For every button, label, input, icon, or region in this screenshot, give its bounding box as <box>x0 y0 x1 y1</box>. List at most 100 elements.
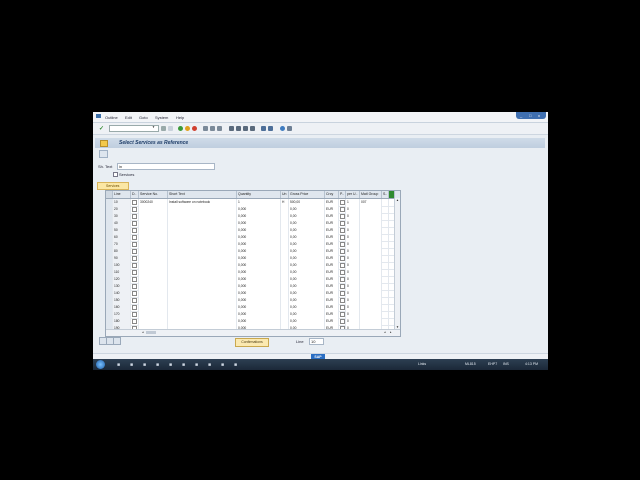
row-selector[interactable] <box>106 213 113 220</box>
table-cell-per[interactable]: 0 <box>346 304 360 311</box>
table-cell-price[interactable]: 0,00 <box>289 213 325 220</box>
table-cell-per[interactable]: 0 <box>346 290 360 297</box>
row-selector[interactable] <box>106 262 113 269</box>
explorer-icon[interactable]: ■ <box>117 362 120 368</box>
row-checkbox[interactable] <box>132 206 137 212</box>
table-cell-qty[interactable]: 0,000 <box>237 262 281 269</box>
table-cell-qty[interactable]: 0,000 <box>237 269 281 276</box>
row-checkbox[interactable] <box>340 311 345 317</box>
row-checkbox[interactable] <box>340 206 345 212</box>
media-icon[interactable]: ■ <box>143 362 146 368</box>
table-cell-per[interactable]: 1 <box>346 199 360 206</box>
table-cell-per[interactable]: 0 <box>346 297 360 304</box>
save-icon[interactable] <box>168 126 173 131</box>
table-cell-text[interactable] <box>168 290 237 297</box>
column-header[interactable]: Short Text <box>168 191 237 198</box>
table-cell-crcy[interactable]: EUR <box>325 283 339 290</box>
table-cell-service[interactable] <box>139 304 168 311</box>
table-cell-service[interactable] <box>139 248 168 255</box>
table-cell-crcy[interactable]: EUR <box>325 213 339 220</box>
table-cell-matl[interactable] <box>360 213 382 220</box>
table-cell-text[interactable] <box>168 262 237 269</box>
table-cell-service[interactable] <box>139 311 168 318</box>
table-cell-un[interactable] <box>281 283 289 290</box>
row-selector[interactable] <box>106 283 113 290</box>
column-header[interactable]: Crcy <box>325 191 339 198</box>
close-button[interactable]: x <box>538 113 540 118</box>
app-icon[interactable]: ■ <box>221 362 224 368</box>
table-cell-service[interactable] <box>139 213 168 220</box>
table-cell-text[interactable] <box>168 206 237 213</box>
row-checkbox[interactable] <box>340 227 345 233</box>
table-cell-service[interactable]: 3000240 <box>139 199 168 206</box>
table-cell-price[interactable]: 0,00 <box>289 276 325 283</box>
row-checkbox[interactable] <box>340 234 345 240</box>
table-cell-matl[interactable] <box>360 283 382 290</box>
table-cell-per[interactable]: 0 <box>346 269 360 276</box>
table-cell-matl[interactable]: 007 <box>360 199 382 206</box>
table-cell-matl[interactable] <box>360 255 382 262</box>
table-cell-crcy[interactable]: EUR <box>325 234 339 241</box>
table-cell-per[interactable]: 0 <box>346 220 360 227</box>
table-cell-crcy[interactable]: EUR <box>325 304 339 311</box>
table-cell-un[interactable] <box>281 220 289 227</box>
row-checkbox[interactable] <box>132 297 137 303</box>
first-page-icon[interactable] <box>229 126 234 131</box>
table-cell-text[interactable] <box>168 269 237 276</box>
column-header[interactable]: Matl Group <box>360 191 382 198</box>
table-cell-crcy[interactable]: EUR <box>325 248 339 255</box>
table-cell-qty[interactable]: 1 <box>237 199 281 206</box>
table-cell-qty[interactable]: 0,000 <box>237 213 281 220</box>
table-cell-crcy[interactable]: EUR <box>325 206 339 213</box>
menu-outline[interactable]: Outline <box>105 115 118 120</box>
table-cell-per[interactable]: 0 <box>346 234 360 241</box>
table-cell-text[interactable] <box>168 283 237 290</box>
app-icon[interactable]: ■ <box>156 362 159 368</box>
table-cell-service[interactable] <box>139 234 168 241</box>
table-cell-price[interactable]: 0,00 <box>289 262 325 269</box>
table-cell-service[interactable] <box>139 220 168 227</box>
table-cell-un[interactable] <box>281 304 289 311</box>
table-cell-price[interactable]: 0,00 <box>289 269 325 276</box>
table-cell-un[interactable] <box>281 241 289 248</box>
sh-text-input[interactable]: in <box>117 163 215 170</box>
row-selector[interactable] <box>106 248 113 255</box>
row-checkbox[interactable] <box>132 276 137 282</box>
app-icon[interactable]: ■ <box>234 362 237 368</box>
table-cell-price[interactable]: 0,00 <box>289 318 325 325</box>
row-selector[interactable] <box>106 269 113 276</box>
column-header[interactable]: S.. <box>382 191 389 198</box>
table-cell-crcy[interactable]: EUR <box>325 269 339 276</box>
column-header[interactable]: Un <box>281 191 289 198</box>
table-cell-crcy[interactable]: EUR <box>325 227 339 234</box>
table-cell-text[interactable] <box>168 255 237 262</box>
table-cell-price[interactable]: 0,00 <box>289 241 325 248</box>
horizontal-scrollbar[interactable]: ◂ ◂ ▸ <box>106 329 400 336</box>
table-cell-un[interactable]: H <box>281 199 289 206</box>
row-selector[interactable] <box>106 276 113 283</box>
table-cell-text[interactable] <box>168 234 237 241</box>
table-cell-qty[interactable]: 0,000 <box>237 241 281 248</box>
previous-page-icon[interactable] <box>236 126 241 131</box>
table-cell-per[interactable]: 0 <box>346 241 360 248</box>
start-button-icon[interactable] <box>96 360 105 369</box>
table-cell-text[interactable] <box>168 227 237 234</box>
vertical-scrollbar[interactable]: ▲ ▼ <box>394 198 400 329</box>
table-cell-matl[interactable] <box>360 276 382 283</box>
new-session-icon[interactable] <box>261 126 266 131</box>
menu-goto[interactable]: Goto <box>139 115 148 120</box>
row-checkbox[interactable] <box>132 283 137 289</box>
row-checkbox[interactable] <box>340 248 345 254</box>
table-cell-un[interactable] <box>281 318 289 325</box>
table-cell-price[interactable]: 0,00 <box>289 248 325 255</box>
table-cell-crcy[interactable]: EUR <box>325 255 339 262</box>
row-checkbox[interactable] <box>132 234 137 240</box>
row-checkbox[interactable] <box>132 213 137 219</box>
table-cell-per[interactable]: 0 <box>346 283 360 290</box>
services-checkbox[interactable] <box>113 172 118 177</box>
scroll-left-icon[interactable]: ◂ <box>142 330 144 334</box>
table-cell-per[interactable]: 0 <box>346 227 360 234</box>
table-cell-text[interactable] <box>168 241 237 248</box>
row-checkbox[interactable] <box>340 262 345 268</box>
layout-menu-icon[interactable] <box>287 126 292 131</box>
